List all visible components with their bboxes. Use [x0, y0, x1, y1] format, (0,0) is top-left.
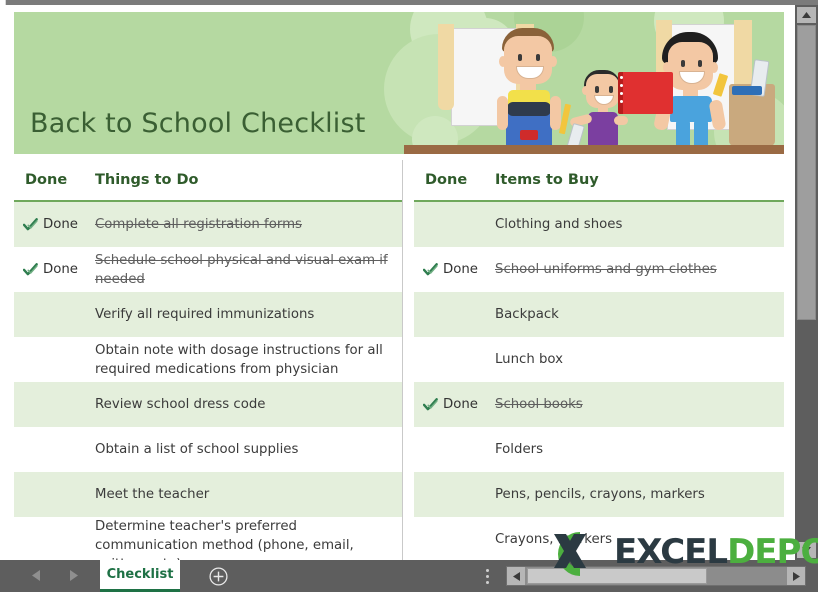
table-row[interactable]: Done Schedule school physical and visual …: [14, 247, 402, 292]
curtain-shape: [438, 24, 454, 110]
cell-task[interactable]: Determine teacher's preferred communicat…: [82, 517, 402, 560]
table-row[interactable]: Pens, pencils, crayons, markers: [414, 472, 784, 517]
table-row[interactable]: Backpack: [414, 292, 784, 337]
table-row[interactable]: Obtain note with dosage instructions for…: [14, 337, 402, 382]
table-row[interactable]: Clothing and shoes: [414, 202, 784, 247]
table-row[interactable]: Done Complete all registration forms: [14, 202, 402, 247]
cell-task[interactable]: Crayons, markers: [482, 530, 784, 549]
book-shape: [732, 86, 762, 95]
scroll-down-button[interactable]: [797, 542, 816, 558]
cell-task[interactable]: Clothing and shoes: [482, 215, 784, 234]
table-row[interactable]: Lunch box: [414, 337, 784, 382]
table-row[interactable]: Crayons, markers: [414, 517, 784, 560]
cell-task[interactable]: Meet the teacher: [82, 485, 402, 504]
checklist-tables: Done Things to Do Done Complete all regis…: [0, 160, 795, 560]
table-row[interactable]: Meet the teacher: [14, 472, 402, 517]
cell-task[interactable]: Backpack: [482, 305, 784, 324]
sheet-tab-label: Checklist: [106, 567, 174, 582]
check-icon: [23, 263, 38, 276]
worksheet-area: Back to School Checklist Done Things to …: [0, 5, 795, 560]
notebook-shape: [618, 72, 673, 114]
chevron-up-icon: [802, 12, 811, 18]
horizontal-scrollbar-thumb[interactable]: [527, 568, 707, 584]
hscroll-right-button[interactable]: [787, 567, 805, 585]
hscroll-left-button[interactable]: [507, 567, 525, 585]
vertical-scrollbar[interactable]: [795, 5, 818, 560]
sheet-tab-checklist[interactable]: Checklist: [100, 560, 180, 592]
table-header-row: Done Items to Buy: [414, 160, 784, 200]
excel-window: Back to School Checklist Done Things to …: [0, 0, 818, 592]
table-body: Clothing and shoes Done School uniforms an…: [414, 202, 784, 560]
back-to-school-illustration: [404, 12, 784, 154]
column-header-done: Done: [425, 172, 468, 188]
cell-task[interactable]: Review school dress code: [82, 395, 402, 414]
done-label: Done: [43, 217, 78, 232]
table-row[interactable]: Done School uniforms and gym clothes: [414, 247, 784, 292]
scroll-up-button[interactable]: [797, 7, 816, 23]
cell-task[interactable]: Obtain a list of school supplies: [82, 440, 402, 459]
horizontal-scrollbar[interactable]: [506, 566, 806, 586]
page-title: Back to School Checklist: [30, 108, 366, 139]
previous-sheet-button[interactable]: [32, 568, 50, 584]
column-header-task: Items to Buy: [495, 172, 599, 188]
table-items-to-buy: Done Items to Buy Clothing and shoes Done…: [414, 160, 784, 560]
status-bar: Checklist: [0, 560, 818, 592]
cell-done[interactable]: Done: [14, 217, 82, 232]
done-label: Done: [43, 262, 78, 277]
chevron-left-icon: [512, 571, 520, 581]
chevron-down-icon: [802, 547, 811, 553]
table-row[interactable]: Determine teacher's preferred communicat…: [14, 517, 402, 560]
cell-task[interactable]: School uniforms and gym clothes: [482, 260, 784, 279]
add-sheet-button[interactable]: [209, 567, 228, 586]
column-header-done: Done: [25, 172, 68, 188]
cell-done[interactable]: Done: [414, 397, 482, 412]
cell-task[interactable]: Pens, pencils, crayons, markers: [482, 485, 784, 504]
table-row[interactable]: Obtain a list of school supplies: [14, 427, 402, 472]
chevron-right-icon: [792, 571, 800, 581]
table-row[interactable]: Verify all required immunizations: [14, 292, 402, 337]
cell-task[interactable]: Lunch box: [482, 350, 784, 369]
plus-circle-icon: [209, 567, 228, 586]
vertical-scrollbar-thumb[interactable]: [797, 25, 816, 320]
chevron-right-icon: [70, 570, 78, 581]
table-things-to-do: Done Things to Do Done Complete all regis…: [14, 160, 402, 560]
cell-task[interactable]: School books: [482, 395, 784, 414]
check-icon: [423, 263, 438, 276]
table-row[interactable]: Folders: [414, 427, 784, 472]
check-icon: [23, 218, 38, 231]
banner: Back to School Checklist: [14, 12, 784, 154]
done-label: Done: [443, 397, 478, 412]
table-row[interactable]: Done School books: [414, 382, 784, 427]
cell-task[interactable]: Complete all registration forms: [82, 215, 402, 234]
cell-task[interactable]: Verify all required immunizations: [82, 305, 402, 324]
cell-task[interactable]: Folders: [482, 440, 784, 459]
done-label: Done: [443, 262, 478, 277]
table-body: Done Complete all registration forms Done S…: [14, 202, 402, 560]
chevron-left-icon: [32, 570, 40, 581]
cell-done[interactable]: Done: [14, 262, 82, 277]
check-icon: [423, 398, 438, 411]
sheet-nav-arrows: [18, 568, 98, 584]
kebab-menu-icon[interactable]: [486, 569, 490, 584]
table-header-row: Done Things to Do: [14, 160, 402, 200]
next-sheet-button[interactable]: [70, 568, 88, 584]
column-header-task: Things to Do: [95, 172, 199, 188]
cell-task[interactable]: Schedule school physical and visual exam…: [82, 251, 402, 289]
cell-done[interactable]: Done: [414, 262, 482, 277]
floor-shape: [404, 145, 784, 154]
cell-task[interactable]: Obtain note with dosage instructions for…: [82, 341, 402, 379]
table-row[interactable]: Review school dress code: [14, 382, 402, 427]
